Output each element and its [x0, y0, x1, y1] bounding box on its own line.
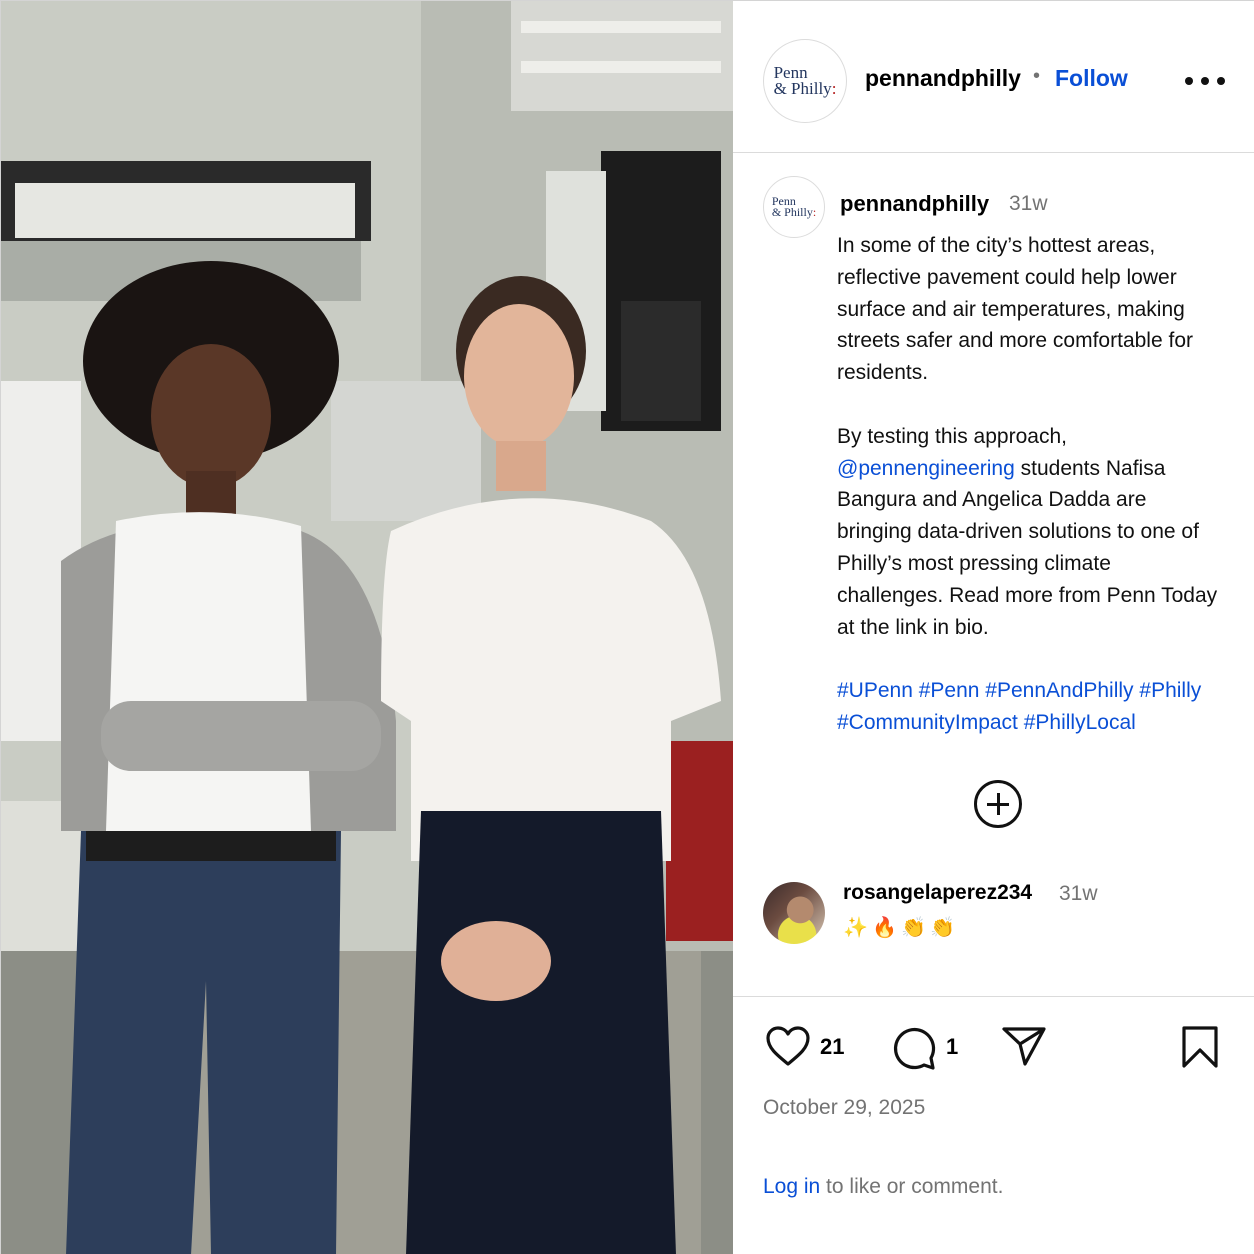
caption-line: challenges. Read more from Penn Today	[837, 583, 1218, 607]
logo-line-2: & Philly:	[771, 205, 817, 219]
logo-mark: :	[812, 205, 817, 219]
logo-line-2: & Philly:	[773, 79, 837, 98]
author-username[interactable]: pennandphilly	[865, 65, 1021, 92]
follow-button[interactable]: Follow	[1055, 65, 1128, 92]
caption-line: bringing data-driven solutions to one of	[837, 520, 1199, 544]
comment-text: ✨ 🔥 👏 👏	[843, 915, 959, 939]
commenter-avatar[interactable]	[763, 882, 825, 944]
actions-divider	[733, 996, 1254, 997]
caption-line: Bangura and Angelica Dadda are	[837, 488, 1147, 512]
caption-line: at the link in bio.	[837, 615, 989, 639]
post-photo[interactable]	[1, 1, 733, 1254]
clap-emoji: 👏	[930, 915, 957, 939]
comment-count[interactable]: 1	[946, 1034, 958, 1060]
comment-timestamp[interactable]: 31w	[1059, 882, 1098, 906]
commenter-username[interactable]: rosangelaperez234	[843, 881, 1032, 905]
caption-line: By testing this approach,	[837, 424, 1067, 448]
more-options-icon[interactable]	[1185, 71, 1225, 91]
logo-line-2-text: & Philly	[773, 79, 832, 98]
more-dot	[1185, 77, 1193, 85]
caption-line: In some of the city’s hottest areas,	[837, 234, 1156, 257]
fire-emoji: 🔥	[872, 915, 899, 939]
heart-icon[interactable]	[765, 1025, 811, 1067]
hashtags-line[interactable]: #UPenn #Penn #PennAndPhilly #Philly	[837, 675, 1237, 707]
penn-philly-logo-small: Penn & Philly:	[771, 194, 817, 219]
caption-author-avatar[interactable]: Penn & Philly:	[763, 176, 825, 238]
header-separator: •	[1033, 65, 1041, 87]
login-prompt: Log in to like or comment.	[763, 1175, 1003, 1199]
author-avatar[interactable]: Penn & Philly:	[763, 39, 847, 123]
like-count[interactable]: 21	[820, 1034, 844, 1060]
bookmark-icon[interactable]	[1181, 1025, 1219, 1069]
login-link[interactable]: Log in	[763, 1175, 820, 1198]
clap-emoji: 👏	[901, 915, 928, 939]
caption-line: Philly’s most pressing climate	[837, 551, 1111, 575]
caption-timestamp[interactable]: 31w	[1009, 192, 1048, 216]
share-icon[interactable]	[1001, 1025, 1047, 1067]
post-sidebar: Penn & Philly: pennandphilly • Follow Pe…	[733, 1, 1254, 1254]
load-more-comments-icon[interactable]	[974, 780, 1022, 828]
caption-line-text: students Nafisa	[1014, 456, 1166, 480]
hashtags-line[interactable]: #CommunityImpact #PhillyLocal	[837, 707, 1237, 739]
post-date[interactable]: October 29, 2025	[763, 1096, 925, 1120]
caption-line-with-mention: @pennengineering students Nafisa	[837, 453, 1237, 485]
caption-text: In some of the city’s hottest areas, ref…	[837, 230, 1237, 739]
penn-philly-logo: Penn & Philly:	[773, 64, 837, 98]
mention-link[interactable]: @pennengineering	[837, 457, 1015, 480]
caption-line: reflective pavement could help lower	[837, 265, 1177, 289]
caption-username[interactable]: pennandphilly	[840, 191, 989, 217]
post-frame: Penn & Philly: pennandphilly • Follow Pe…	[0, 0, 1254, 1254]
logo-mark: :	[831, 79, 837, 98]
caption-line: streets safer and more comfortable for	[837, 329, 1193, 353]
caption-line: residents.	[837, 361, 929, 385]
sparkles-emoji: ✨	[843, 915, 870, 939]
photo-illustration	[1, 1, 733, 1254]
logo-line-2-text: & Philly	[771, 205, 813, 219]
caption-line: surface and air temperatures, making	[837, 297, 1185, 321]
more-dot	[1217, 77, 1225, 85]
comment-icon[interactable]	[891, 1025, 937, 1071]
login-prompt-text: to like or comment.	[820, 1175, 1004, 1198]
post-header: Penn & Philly: pennandphilly • Follow	[733, 1, 1254, 153]
more-dot	[1201, 77, 1209, 85]
